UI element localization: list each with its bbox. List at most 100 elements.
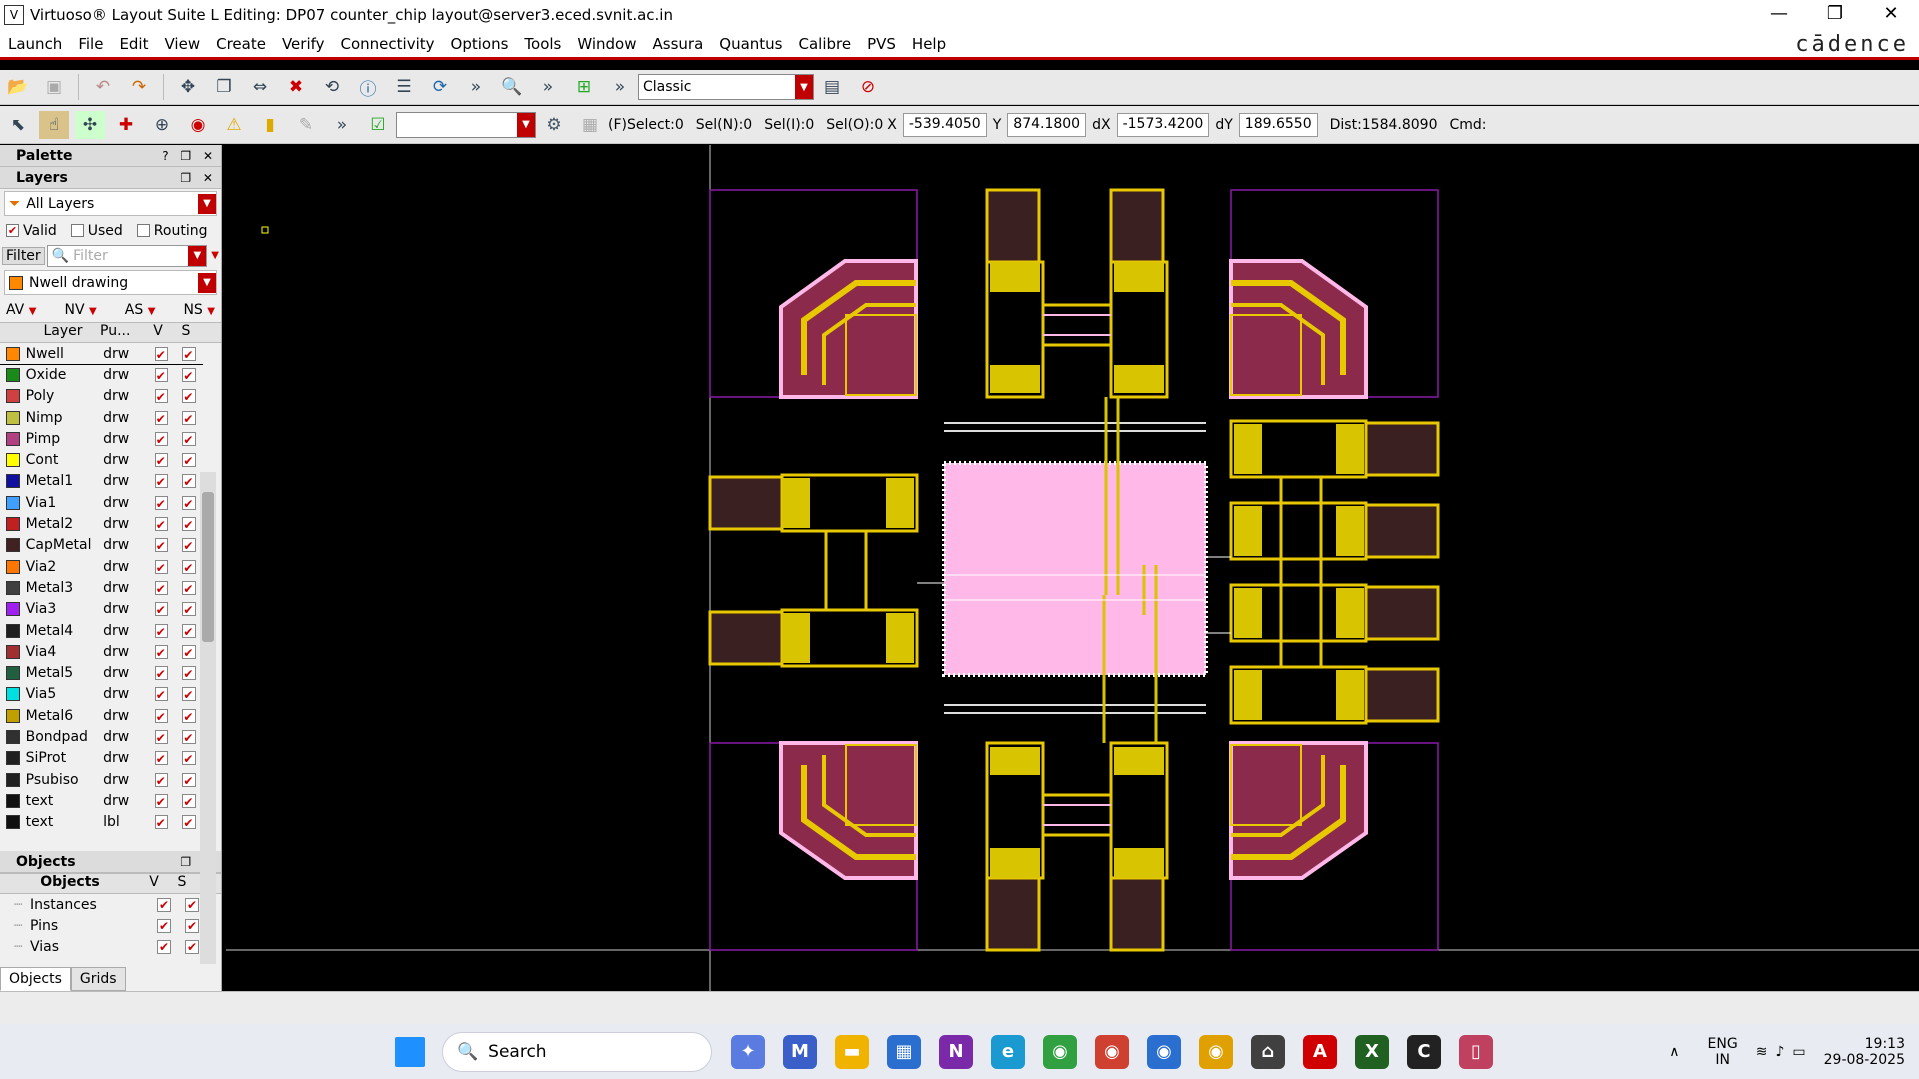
selectable-checkbox[interactable]: ✔ xyxy=(182,602,196,617)
filter-input[interactable]: 🔍 Filter ▼ xyxy=(46,244,208,267)
v-column-header[interactable]: V xyxy=(144,323,172,342)
rotate-icon[interactable]: ⟲ xyxy=(317,73,347,101)
selectable-checkbox[interactable]: ✔ xyxy=(185,939,199,954)
workspace-save-icon[interactable]: ▤ xyxy=(817,73,847,101)
used-checkbox[interactable] xyxy=(70,224,84,237)
layer-row[interactable]: Via1 drw ✔ ✔ xyxy=(0,492,203,513)
visible-checkbox[interactable]: ✔ xyxy=(154,644,169,660)
check-icon[interactable]: ☑ xyxy=(363,111,393,139)
selectable-checkbox[interactable]: ✔ xyxy=(182,559,196,575)
x-server-icon[interactable]: X xyxy=(1355,1034,1389,1069)
redo-icon[interactable]: ↷ xyxy=(124,73,154,101)
visible-checkbox[interactable]: ✔ xyxy=(154,389,169,404)
panel-controls-icon[interactable]: ❐ ✕ xyxy=(180,171,217,185)
stretch-icon[interactable]: ⇔ xyxy=(245,73,275,101)
av-toggle[interactable]: AV ▼ xyxy=(6,302,36,318)
visible-checkbox[interactable]: ✔ xyxy=(154,602,169,617)
refresh-icon[interactable]: ⟳ xyxy=(425,73,455,101)
minimize-button[interactable]: — xyxy=(1751,0,1807,30)
visible-checkbox[interactable]: ✔ xyxy=(154,815,169,830)
add-instance-icon[interactable]: ⊞ xyxy=(569,73,599,101)
language-indicator[interactable]: ENG IN xyxy=(1708,1036,1738,1068)
grid-toggle-icon[interactable]: ▦ xyxy=(575,111,605,139)
menu-help[interactable]: Help xyxy=(904,35,954,53)
selectable-checkbox[interactable]: ✔ xyxy=(182,389,196,404)
selectable-checkbox[interactable]: ✔ xyxy=(182,644,196,660)
selectable-checkbox[interactable]: ✔ xyxy=(182,815,196,830)
visible-checkbox[interactable]: ✔ xyxy=(154,793,169,809)
volume-icon[interactable]: ♪ xyxy=(1775,1044,1784,1060)
layer-row[interactable]: Via5 drw ✔ ✔ xyxy=(0,684,203,705)
marker-icon[interactable]: ▮ xyxy=(255,111,285,139)
chevron-down-icon[interactable]: ▼ xyxy=(198,193,216,214)
copy-icon[interactable]: ❐ xyxy=(209,73,239,101)
selectable-checkbox[interactable]: ✔ xyxy=(182,666,196,681)
properties-icon[interactable]: ⓘ xyxy=(353,73,383,101)
layer-row[interactable]: Via2 drw ✔ ✔ xyxy=(0,556,203,577)
undo-icon[interactable]: ↶ xyxy=(88,73,118,101)
menu-connectivity[interactable]: Connectivity xyxy=(333,35,443,53)
menu-options[interactable]: Options xyxy=(443,35,517,53)
visible-checkbox[interactable]: ✔ xyxy=(154,559,169,575)
layer-row[interactable]: Nwell drw ✔ ✔ xyxy=(0,343,203,366)
m365-icon[interactable]: M xyxy=(783,1034,817,1069)
valid-checkbox[interactable]: ✔ xyxy=(6,224,19,237)
layer-column-header[interactable]: Layer xyxy=(26,323,100,342)
menu-assura[interactable]: Assura xyxy=(645,35,712,53)
menu-tools[interactable]: Tools xyxy=(516,35,569,53)
visible-checkbox[interactable]: ✔ xyxy=(154,517,169,532)
layer-row[interactable]: Poly drw ✔ ✔ xyxy=(0,386,203,407)
chevron-down-icon[interactable]: ▼ xyxy=(188,245,207,266)
layer-row[interactable]: text lbl ✔ ✔ xyxy=(0,812,203,833)
selectable-checkbox[interactable]: ✔ xyxy=(182,431,196,447)
selectable-checkbox[interactable]: ✔ xyxy=(182,367,196,383)
layer-filter-select[interactable]: ⏷ All Layers ▼ xyxy=(4,191,217,216)
xming-icon[interactable]: ⌂ xyxy=(1251,1034,1285,1069)
objects-column-header[interactable]: Objects xyxy=(0,874,140,893)
selectable-checkbox[interactable]: ✔ xyxy=(182,538,196,553)
visible-checkbox[interactable]: ✔ xyxy=(154,687,169,702)
chip-layout-drawing[interactable] xyxy=(226,145,1919,991)
visible-checkbox[interactable]: ✔ xyxy=(154,474,169,489)
tray-chevron-icon[interactable]: ∧ xyxy=(1669,1044,1679,1060)
more-chevron-icon[interactable]: » xyxy=(605,73,635,101)
visible-checkbox[interactable]: ✔ xyxy=(157,939,171,954)
visible-checkbox[interactable]: ✔ xyxy=(154,495,169,511)
s-column-header[interactable]: S xyxy=(168,874,196,893)
chevron-down-icon[interactable]: ▼ xyxy=(517,112,535,137)
menu-edit[interactable]: Edit xyxy=(111,35,156,53)
layer-row[interactable]: Cont drw ✔ ✔ xyxy=(0,449,203,470)
visible-checkbox[interactable]: ✔ xyxy=(154,538,169,553)
selectable-checkbox[interactable]: ✔ xyxy=(182,793,196,809)
file-explorer-icon[interactable]: ▬ xyxy=(835,1034,869,1069)
workspace-select[interactable]: Classic ▼ xyxy=(638,74,814,100)
menu-quantus[interactable]: Quantus xyxy=(711,35,790,53)
layer-row[interactable]: Metal5 drw ✔ ✔ xyxy=(0,662,203,683)
align-icon[interactable]: ☰ xyxy=(389,73,419,101)
ruler-icon[interactable]: ◉ xyxy=(183,111,213,139)
gear-icon[interactable]: ⚙ xyxy=(539,111,569,139)
routing-checkbox[interactable] xyxy=(136,224,150,237)
selectable-checkbox[interactable]: ✔ xyxy=(182,687,196,702)
visible-checkbox[interactable]: ✔ xyxy=(154,431,169,447)
more-chevron-icon[interactable]: » xyxy=(327,111,357,139)
selectable-checkbox[interactable]: ✔ xyxy=(185,918,199,933)
object-row[interactable]: ┈ Vias ✔ ✔ xyxy=(0,936,221,957)
selectable-checkbox[interactable]: ✔ xyxy=(182,346,196,362)
chrome-profile-icon[interactable]: ◉ xyxy=(1147,1034,1181,1069)
visible-checkbox[interactable]: ✔ xyxy=(154,666,169,681)
selectable-checkbox[interactable]: ✔ xyxy=(182,623,196,639)
menu-view[interactable]: View xyxy=(157,35,209,53)
layer-row[interactable]: Metal1 drw ✔ ✔ xyxy=(0,471,203,492)
selectable-checkbox[interactable]: ✔ xyxy=(182,729,196,745)
layer-row[interactable]: SiProt drw ✔ ✔ xyxy=(0,748,203,769)
chrome-icon[interactable]: ◉ xyxy=(1043,1034,1077,1069)
layer-row[interactable]: text drw ✔ ✔ xyxy=(0,790,203,811)
crosshair-icon[interactable]: ✚ xyxy=(111,111,141,139)
selectable-checkbox[interactable]: ✔ xyxy=(182,453,196,468)
as-toggle[interactable]: AS ▼ xyxy=(125,302,156,318)
selectable-checkbox[interactable]: ✔ xyxy=(182,708,196,724)
selectable-checkbox[interactable]: ✔ xyxy=(182,751,196,766)
v-column-header[interactable]: V xyxy=(140,874,168,893)
visible-checkbox[interactable]: ✔ xyxy=(154,580,169,596)
